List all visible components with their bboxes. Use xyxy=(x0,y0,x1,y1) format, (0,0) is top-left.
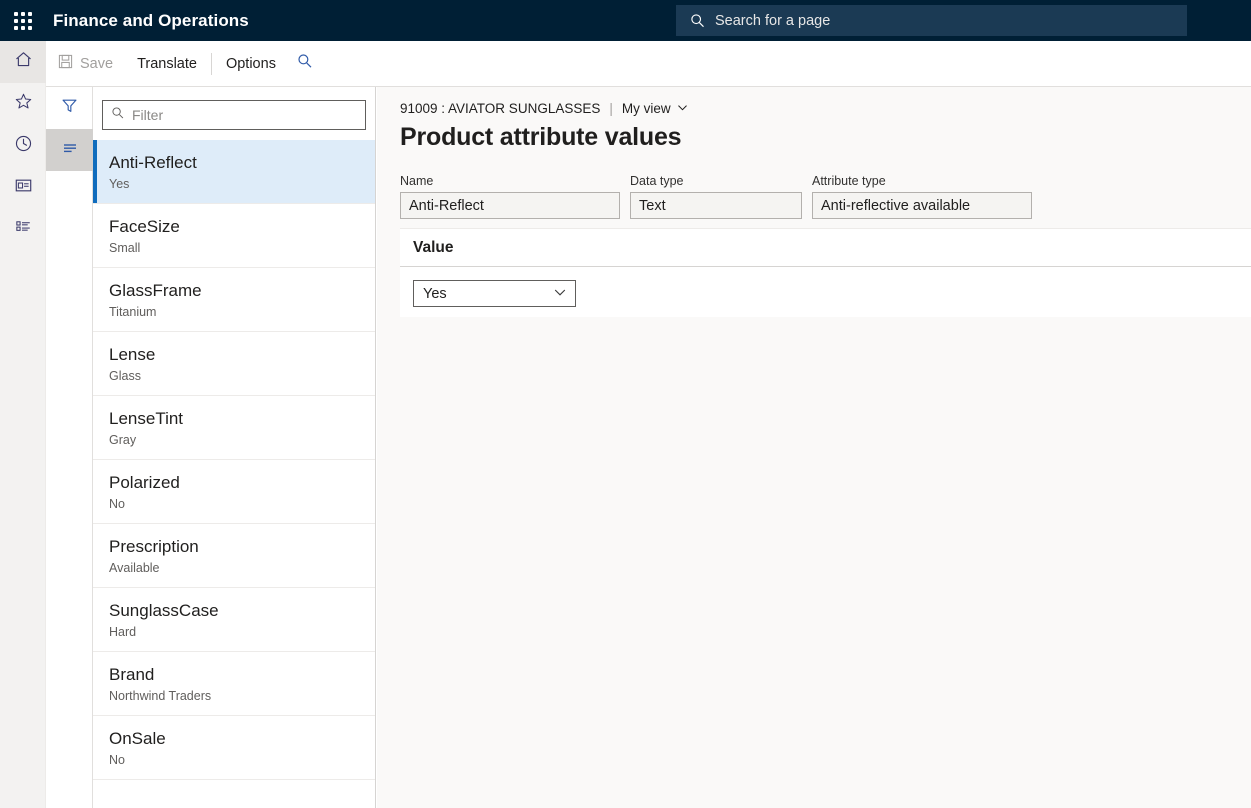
list-item[interactable]: Anti-Reflect Yes xyxy=(93,140,375,204)
list-item-subtitle: Small xyxy=(109,241,361,256)
attribute-fields: Name Anti-Reflect Data type Text Attribu… xyxy=(377,152,1251,219)
filter-input[interactable]: Filter xyxy=(102,100,366,130)
list-item-title: Anti-Reflect xyxy=(109,152,361,173)
value-dropdown-label: Yes xyxy=(423,286,447,302)
filter-input-placeholder: Filter xyxy=(132,107,163,123)
list-item[interactable]: OnSale No xyxy=(93,716,375,780)
main-content: 91009 : AVIATOR SUNGLASSES | My view Pro… xyxy=(377,87,1251,808)
list-pane-button[interactable] xyxy=(46,129,93,171)
list-item-subtitle: No xyxy=(109,497,361,512)
list-item-title: GlassFrame xyxy=(109,280,361,301)
attribute-type-field[interactable]: Anti-reflective available xyxy=(812,192,1032,219)
app-launcher-waffle-icon xyxy=(14,12,32,30)
list-item[interactable]: FaceSize Small xyxy=(93,204,375,268)
command-search-button[interactable] xyxy=(288,41,322,87)
home-icon xyxy=(14,50,33,74)
list-item-title: Prescription xyxy=(109,536,361,557)
workspace-icon xyxy=(14,176,33,200)
global-search-placeholder: Search for a page xyxy=(715,13,830,29)
search-icon xyxy=(111,106,125,125)
list-item-title: Polarized xyxy=(109,472,361,493)
filter-field-wrapper: Filter xyxy=(93,87,375,140)
value-section-card: Value Yes xyxy=(400,228,1251,317)
list-item[interactable]: LenseTint Gray xyxy=(93,396,375,460)
command-bar-divider xyxy=(211,53,212,75)
name-field-group: Name Anti-Reflect xyxy=(400,174,620,219)
search-icon xyxy=(690,13,705,28)
list-item-title: Lense xyxy=(109,344,361,365)
page-title: Product attribute values xyxy=(377,116,1251,152)
list-item[interactable]: Lense Glass xyxy=(93,332,375,396)
list-item[interactable]: Prescription Available xyxy=(93,524,375,588)
list-item-subtitle: Hard xyxy=(109,625,361,640)
list-item[interactable]: GlassFrame Titanium xyxy=(93,268,375,332)
sidebar-item-workspaces[interactable] xyxy=(0,167,46,209)
list-item[interactable]: SunglassCase Hard xyxy=(93,588,375,652)
breadcrumb-record: 91009 : AVIATOR SUNGLASSES xyxy=(400,101,600,116)
name-field[interactable]: Anti-Reflect xyxy=(400,192,620,219)
app-launcher-button[interactable] xyxy=(0,0,46,41)
sidebar-item-favorites[interactable] xyxy=(0,83,46,125)
attribute-list: Anti-Reflect Yes FaceSize Small GlassFrame Ti… xyxy=(93,140,375,780)
list-item-title: LenseTint xyxy=(109,408,361,429)
global-search-box[interactable]: Search for a page xyxy=(676,5,1187,36)
view-selector-label: My view xyxy=(622,101,671,116)
attribute-list-panel: Filter Anti-Reflect Yes FaceSize Small Glass… xyxy=(93,87,376,808)
breadcrumb-separator: | xyxy=(609,101,613,116)
list-item[interactable]: Brand Northwind Traders xyxy=(93,652,375,716)
save-button[interactable]: Save xyxy=(46,41,125,87)
list-item-title: OnSale xyxy=(109,728,361,749)
app-title: Finance and Operations xyxy=(53,11,249,31)
list-modules-icon xyxy=(14,218,33,242)
star-icon xyxy=(14,92,33,116)
breadcrumb: 91009 : AVIATOR SUNGLASSES | My view xyxy=(377,87,1251,116)
list-item-title: Brand xyxy=(109,664,361,685)
sidebar-item-home[interactable] xyxy=(0,41,46,83)
data-type-field-group: Data type Text xyxy=(630,174,802,219)
lines-list-icon xyxy=(60,138,80,163)
list-item-subtitle: Available xyxy=(109,561,361,576)
chevron-down-icon xyxy=(677,101,688,116)
data-type-field[interactable]: Text xyxy=(630,192,802,219)
list-item-title: SunglassCase xyxy=(109,600,361,621)
clock-icon xyxy=(14,134,33,158)
data-type-field-label: Data type xyxy=(630,174,802,188)
list-item-subtitle: Titanium xyxy=(109,305,361,320)
funnel-filter-icon xyxy=(60,96,79,120)
sidebar-item-recent[interactable] xyxy=(0,125,46,167)
save-disk-icon xyxy=(58,54,73,73)
list-item-subtitle: Glass xyxy=(109,369,361,384)
filter-pane-button[interactable] xyxy=(46,87,93,129)
list-item-title: FaceSize xyxy=(109,216,361,237)
value-section-header: Value xyxy=(400,229,1251,267)
options-button[interactable]: Options xyxy=(214,41,288,87)
list-item-subtitle: No xyxy=(109,753,361,768)
list-item[interactable]: Polarized No xyxy=(93,460,375,524)
options-button-label: Options xyxy=(226,56,276,72)
attribute-type-field-group: Attribute type Anti-reflective available xyxy=(812,174,1032,219)
value-dropdown[interactable]: Yes xyxy=(413,280,576,307)
save-button-label: Save xyxy=(80,56,113,72)
app-header: Finance and Operations Search for a page xyxy=(0,0,1251,41)
list-item-subtitle: Yes xyxy=(109,177,361,192)
translate-button[interactable]: Translate xyxy=(125,41,209,87)
chevron-down-icon xyxy=(553,285,567,303)
list-tools-rail xyxy=(46,87,93,808)
command-bar: Save Translate Options xyxy=(0,41,1251,87)
list-item-subtitle: Gray xyxy=(109,433,361,448)
list-item-subtitle: Northwind Traders xyxy=(109,689,361,704)
sidebar-item-modules[interactable] xyxy=(0,209,46,251)
view-selector[interactable]: My view xyxy=(622,101,688,116)
translate-button-label: Translate xyxy=(137,56,197,72)
name-field-label: Name xyxy=(400,174,620,188)
search-icon xyxy=(297,53,313,74)
value-section-body: Yes xyxy=(400,267,1251,307)
attribute-type-field-label: Attribute type xyxy=(812,174,1032,188)
navigation-rail xyxy=(0,41,46,808)
